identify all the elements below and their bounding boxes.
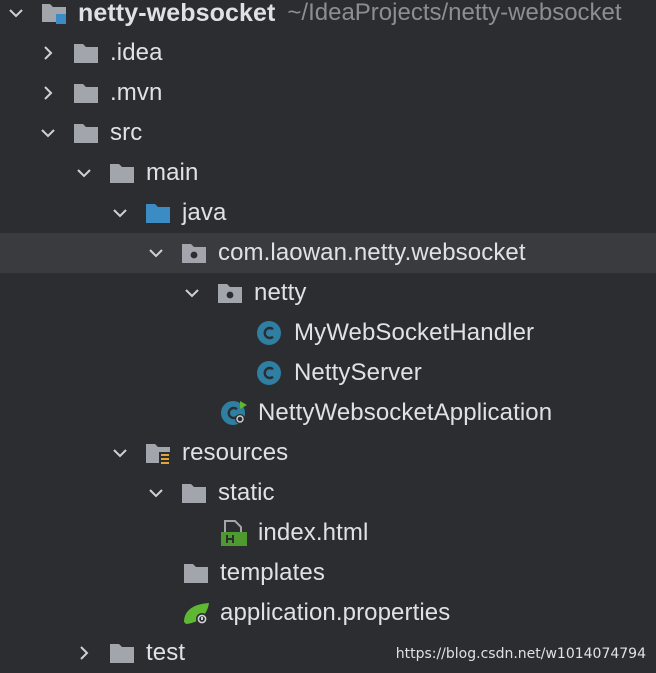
- project-path: ~/IdeaProjects/netty-websocket: [287, 0, 622, 26]
- chevron-right-icon[interactable]: [74, 643, 94, 663]
- spring-properties-icon: [182, 599, 212, 627]
- tree-row-class-application[interactable]: NettyWebsocketApplication: [0, 393, 656, 433]
- chevron-down-icon[interactable]: [182, 283, 202, 303]
- resources-folder-icon: [144, 439, 174, 467]
- tree-row-templates[interactable]: templates: [0, 553, 656, 593]
- html-file-icon: [220, 519, 250, 547]
- tree-row-class-mywebsockethandler[interactable]: MyWebSocketHandler: [0, 313, 656, 353]
- tree-item-label: NettyServer: [294, 359, 422, 386]
- chevron-right-icon[interactable]: [38, 43, 58, 63]
- tree-row-index-html[interactable]: index.html: [0, 513, 656, 553]
- chevron-right-icon[interactable]: [38, 83, 58, 103]
- tree-row-resources[interactable]: resources: [0, 433, 656, 473]
- tree-item-label: src: [110, 119, 143, 146]
- tree-item-label: index.html: [258, 519, 369, 546]
- project-name: netty-websocket: [78, 0, 276, 27]
- tree-item-label: resources: [182, 439, 289, 466]
- java-class-icon: [256, 359, 286, 387]
- tree-row-static[interactable]: static: [0, 473, 656, 513]
- source-folder-icon: [144, 199, 174, 227]
- tree-row-class-nettyserver[interactable]: NettyServer: [0, 353, 656, 393]
- tree-item-label: application.properties: [220, 599, 451, 626]
- tree-item-label: .idea: [110, 39, 163, 66]
- folder-icon: [72, 39, 102, 67]
- folder-icon: [72, 119, 102, 147]
- chevron-down-icon[interactable]: [74, 163, 94, 183]
- tree-item-label: com.laowan.netty.websocket: [218, 239, 526, 266]
- folder-icon: [180, 479, 210, 507]
- tree-item-label: netty: [254, 279, 307, 306]
- project-tree: netty-websocket ~/IdeaProjects/netty-web…: [0, 0, 656, 673]
- tree-item-label: NettyWebsocketApplication: [258, 399, 553, 426]
- chevron-down-icon[interactable]: [38, 123, 58, 143]
- tree-row-src[interactable]: src: [0, 113, 656, 153]
- java-class-icon: [256, 319, 286, 347]
- package-icon: [216, 279, 246, 307]
- tree-item-label: MyWebSocketHandler: [294, 319, 535, 346]
- tree-item-label: test: [146, 639, 186, 666]
- tree-row-package-root[interactable]: com.laowan.netty.websocket: [0, 233, 656, 273]
- folder-icon: [108, 159, 138, 187]
- tree-row-java[interactable]: java: [0, 193, 656, 233]
- tree-row-root[interactable]: netty-websocket ~/IdeaProjects/netty-web…: [0, 0, 656, 33]
- tree-item-label: java: [182, 199, 227, 226]
- chevron-down-icon[interactable]: [110, 203, 130, 223]
- tree-item-label: .mvn: [110, 79, 163, 106]
- package-icon: [180, 239, 210, 267]
- folder-icon: [108, 639, 138, 667]
- tree-row-mvn[interactable]: .mvn: [0, 73, 656, 113]
- tree-item-label: templates: [220, 559, 325, 586]
- tree-row-application-properties[interactable]: application.properties: [0, 593, 656, 633]
- chevron-down-icon[interactable]: [6, 3, 26, 23]
- chevron-down-icon[interactable]: [146, 243, 166, 263]
- tree-row-main[interactable]: main: [0, 153, 656, 193]
- folder-icon: [182, 559, 212, 587]
- chevron-down-icon[interactable]: [146, 483, 166, 503]
- spring-boot-class-icon: [220, 399, 250, 427]
- watermark-url: https://blog.csdn.net/w1014074794: [395, 646, 646, 662]
- tree-row-idea[interactable]: .idea: [0, 33, 656, 73]
- chevron-down-icon[interactable]: [110, 443, 130, 463]
- tree-item-label: main: [146, 159, 199, 186]
- module-folder-icon: [40, 0, 70, 27]
- tree-row-package-netty[interactable]: netty: [0, 273, 656, 313]
- folder-icon: [72, 79, 102, 107]
- tree-item-label: static: [218, 479, 275, 506]
